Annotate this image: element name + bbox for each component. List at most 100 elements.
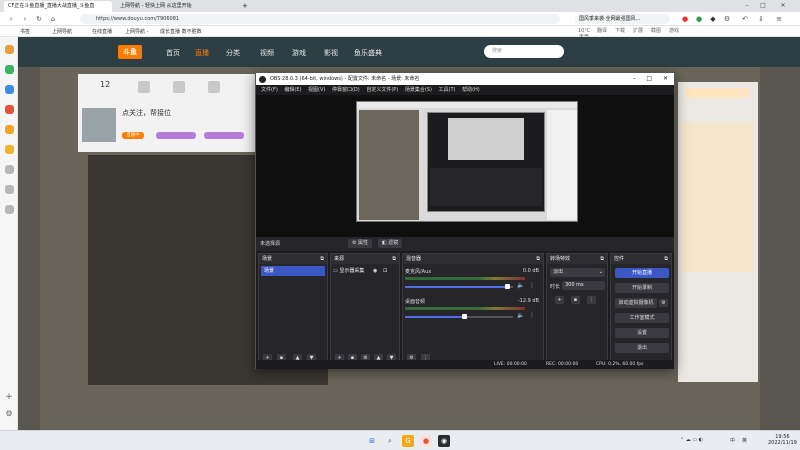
trash-icon[interactable]: ▪ bbox=[571, 296, 580, 304]
back-icon[interactable]: ‹ bbox=[6, 14, 16, 24]
nav-game[interactable]: 游戏 bbox=[292, 48, 306, 58]
menu-view[interactable]: 视图(V) bbox=[308, 87, 325, 93]
nav-live[interactable]: 直播 bbox=[195, 48, 209, 58]
duration-spinbox[interactable]: 300 ms bbox=[562, 281, 605, 290]
sidebar-add-icon[interactable]: + bbox=[2, 392, 16, 410]
bookmark-item[interactable]: 书签 bbox=[20, 28, 30, 36]
extension-icon[interactable]: ● bbox=[694, 14, 704, 24]
obs-preview-canvas[interactable] bbox=[356, 101, 578, 222]
start-virtual-camera-button[interactable]: 启动虚拟摄像机 bbox=[615, 298, 657, 308]
extension-icon[interactable]: ⚙ bbox=[722, 14, 732, 24]
dock-undock-icon[interactable]: ⧉ bbox=[392, 254, 396, 264]
dock-undock-icon[interactable]: ⧉ bbox=[536, 254, 540, 264]
extension-icon[interactable]: ● bbox=[680, 14, 690, 24]
refresh-icon[interactable]: ↻ bbox=[34, 14, 44, 24]
volume-slider-knob[interactable] bbox=[462, 314, 468, 319]
volume-slider[interactable] bbox=[405, 284, 513, 289]
more-icon[interactable]: ⋮ bbox=[529, 312, 535, 319]
speaker-icon[interactable]: 🔈 bbox=[517, 312, 524, 319]
eye-icon[interactable]: ◉ bbox=[373, 266, 377, 276]
sidebar-app[interactable] bbox=[2, 65, 16, 83]
bookmark-item[interactable]: 上网导航 bbox=[52, 28, 72, 36]
menu-tools[interactable]: 工具(T) bbox=[439, 87, 456, 93]
douyu-logo[interactable]: 斗鱼 bbox=[118, 45, 142, 59]
sidebar-app[interactable] bbox=[2, 145, 16, 163]
language-icon[interactable]: 英 bbox=[742, 437, 747, 444]
tray-icons[interactable]: ⌃ ☁ ▭ ◐ bbox=[680, 437, 703, 443]
nav-category[interactable]: 分类 bbox=[226, 48, 240, 58]
sidebar-app[interactable] bbox=[2, 105, 16, 123]
menu-icon[interactable]: ≡ bbox=[774, 14, 784, 24]
room-badge[interactable] bbox=[156, 132, 196, 139]
calendar-icon[interactable] bbox=[208, 81, 220, 93]
undo-icon[interactable]: ↶ bbox=[740, 14, 750, 24]
source-item[interactable]: ▭ 显示器采集 ◉ ⊡ bbox=[333, 266, 397, 276]
maximize-icon[interactable]: □ bbox=[646, 73, 652, 85]
transition-select[interactable]: 淡出 ⌄ bbox=[550, 268, 605, 277]
browser-search-box[interactable]: 国风季来袭·全网最强国风... bbox=[575, 14, 670, 24]
more-icon[interactable]: ⋮ bbox=[587, 296, 596, 304]
clock[interactable]: 19:56 2022/11/19 bbox=[768, 434, 797, 446]
minimize-icon[interactable]: – bbox=[740, 0, 754, 12]
scene-item[interactable]: 场景 bbox=[261, 266, 325, 276]
app-icon[interactable]: ● bbox=[420, 435, 432, 447]
gift-icon[interactable] bbox=[138, 81, 150, 93]
dock-undock-icon[interactable]: ⧉ bbox=[320, 254, 324, 264]
dock-undock-icon[interactable]: ⧉ bbox=[600, 254, 604, 264]
speaker-icon[interactable]: 🔈 bbox=[517, 282, 524, 289]
sidebar-app[interactable] bbox=[2, 85, 16, 103]
home-icon[interactable]: ⌂ bbox=[48, 14, 58, 24]
exit-button[interactable]: 退出 bbox=[615, 343, 669, 353]
lock-icon[interactable]: ⊡ bbox=[383, 266, 387, 276]
browser-tab-douyu[interactable]: CF正在斗鱼直播_直播大战直播_斗鱼直 bbox=[4, 1, 112, 12]
url-input[interactable]: https://www.douyu.com/7906081 bbox=[80, 14, 560, 24]
obs-app-icon[interactable]: ◉ bbox=[438, 435, 450, 447]
more-icon[interactable]: ⋮ bbox=[529, 282, 535, 289]
extension-icon[interactable]: ◆ bbox=[708, 14, 718, 24]
sidebar-app[interactable] bbox=[2, 125, 16, 143]
sidebar-app[interactable] bbox=[2, 205, 16, 223]
maximize-icon[interactable]: □ bbox=[756, 0, 770, 12]
new-tab-button[interactable]: + bbox=[238, 1, 248, 12]
room-badge[interactable] bbox=[204, 132, 244, 139]
audio-icon[interactable] bbox=[173, 81, 185, 93]
menu-scene-collection[interactable]: 场景集合(S) bbox=[405, 87, 432, 93]
menu-file[interactable]: 文件(F) bbox=[261, 87, 278, 93]
forward-icon[interactable]: › bbox=[20, 14, 30, 24]
bookmark-item[interactable]: 成长直播 数不胜数 bbox=[160, 28, 202, 36]
promo-banner[interactable] bbox=[686, 88, 750, 98]
dock-undock-icon[interactable]: ⧉ bbox=[664, 254, 668, 264]
streamer-avatar[interactable] bbox=[82, 108, 116, 142]
volume-slider[interactable] bbox=[405, 314, 513, 319]
sidebar-settings-icon[interactable]: ⚙ bbox=[2, 409, 16, 427]
menu-profile[interactable]: 自定义文件(P) bbox=[366, 87, 398, 93]
bookmark-item[interactable]: 在线直播 bbox=[92, 28, 112, 36]
minimize-icon[interactable]: – bbox=[633, 73, 636, 85]
sidebar-app[interactable] bbox=[2, 165, 16, 183]
close-icon[interactable]: ✕ bbox=[776, 0, 790, 12]
sidebar-app[interactable] bbox=[2, 45, 16, 63]
settings-button[interactable]: 设置 bbox=[615, 328, 669, 338]
close-icon[interactable]: ✕ bbox=[663, 73, 668, 85]
browser-app-icon[interactable]: G bbox=[402, 435, 414, 447]
properties-button[interactable]: ⚙ 属性 bbox=[348, 239, 372, 248]
menu-edit[interactable]: 编辑(E) bbox=[284, 87, 301, 93]
volume-slider-knob[interactable] bbox=[504, 284, 510, 289]
browser-tab-nav[interactable]: 上网导航 - 轻快上网 从这里开始 bbox=[116, 1, 236, 12]
sidebar-app[interactable] bbox=[2, 185, 16, 203]
start-icon[interactable]: ⊞ bbox=[366, 435, 378, 447]
menu-docks[interactable]: 停靠窗口(D) bbox=[332, 87, 360, 93]
ad-panel[interactable] bbox=[682, 122, 754, 272]
nav-film[interactable]: 影视 bbox=[324, 48, 338, 58]
download-icon[interactable]: ⇓ bbox=[756, 14, 766, 24]
studio-mode-button[interactable]: 工作室模式 bbox=[615, 313, 669, 323]
input-method-icon[interactable]: 中 bbox=[730, 437, 735, 444]
start-recording-button[interactable]: 开始录制 bbox=[615, 283, 669, 293]
virtual-camera-settings-icon[interactable]: ⚙ bbox=[659, 299, 668, 307]
nav-gala[interactable]: 鱼乐盛典 bbox=[354, 48, 382, 58]
bookmark-item[interactable]: 上网导航 - bbox=[125, 28, 148, 36]
start-streaming-button[interactable]: 开始直播 bbox=[615, 268, 669, 278]
menu-help[interactable]: 帮助(H) bbox=[462, 87, 480, 93]
filters-button[interactable]: ◧ 滤镜 bbox=[378, 239, 402, 248]
douyu-search-input[interactable]: 搜索 bbox=[484, 45, 564, 58]
